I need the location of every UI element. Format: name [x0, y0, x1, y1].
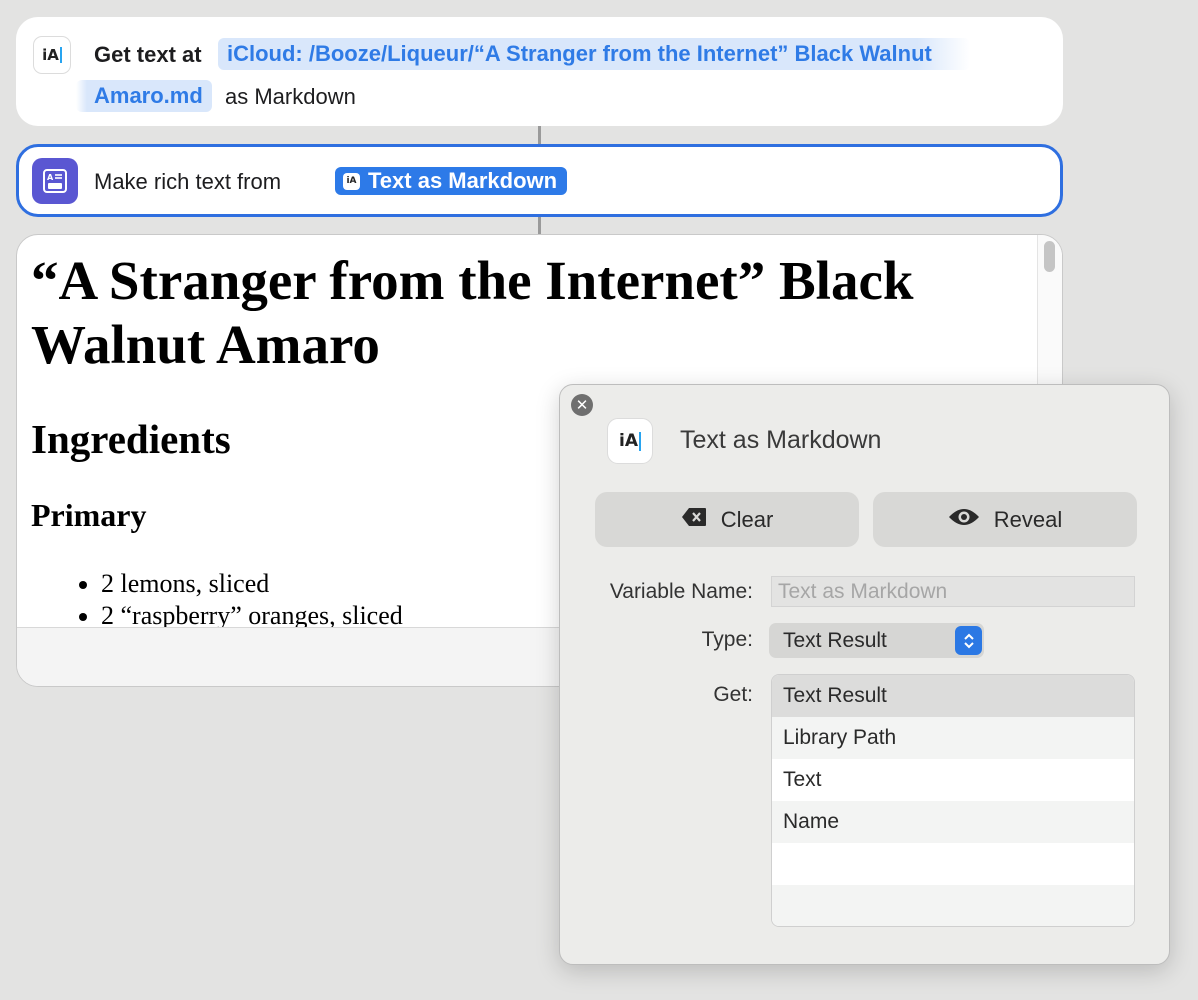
file-path-token[interactable]: iCloud: /Booze/Liqueur/“A Stranger from … [218, 38, 970, 70]
get-label: Get: [713, 683, 753, 706]
clear-button[interactable]: Clear [595, 492, 859, 547]
get-option-empty [772, 843, 1134, 885]
type-label: Type: [701, 628, 753, 651]
clear-label: Clear [720, 506, 774, 532]
eye-icon [948, 507, 980, 533]
get-option-name[interactable]: Name [772, 801, 1134, 843]
flow-connector-bottom [538, 217, 541, 234]
close-icon[interactable]: ✕ [571, 394, 593, 416]
get-option-library-path[interactable]: Library Path [772, 717, 1134, 759]
variable-label: Text as Markdown [368, 168, 558, 193]
ingredients-heading: Ingredients [31, 416, 231, 462]
make-rich-text-action-card[interactable]: A Make rich text from iA Text as Markdow… [16, 144, 1063, 217]
scroll-thumb[interactable] [1044, 241, 1055, 272]
type-value: Text Result [783, 629, 887, 652]
reveal-label: Reveal [993, 506, 1063, 532]
get-option-text[interactable]: Text [772, 759, 1134, 801]
ingredient-list: 2 lemons, sliced 2 “raspberry” oranges, … [31, 568, 403, 632]
svg-text:A: A [47, 173, 54, 182]
popover-title: Text as Markdown [680, 426, 882, 454]
ia-writer-icon: iA [343, 172, 360, 190]
reveal-button[interactable]: Reveal [873, 492, 1137, 547]
file-path-token-continued[interactable]: Amaro.md [76, 80, 212, 112]
get-options-list: Text Result Library Path Text Name [771, 674, 1135, 927]
variable-name-field[interactable]: Text as Markdown [771, 576, 1135, 607]
type-select[interactable]: Text Result [769, 623, 984, 658]
document-title: “A Stranger from the Internet” Black Wal… [31, 250, 914, 375]
variable-name-label: Variable Name: [609, 580, 753, 603]
flow-connector-top [538, 126, 541, 144]
get-text-label: Get text at [94, 42, 202, 67]
primary-heading: Primary [31, 497, 147, 533]
get-option-empty [772, 885, 1134, 926]
get-text-action-card[interactable]: iA Get text at iCloud: /Booze/Liqueur/“A… [16, 17, 1063, 126]
ia-writer-icon: iA [607, 418, 653, 464]
list-item: 2 lemons, sliced [101, 568, 403, 600]
get-option-text-result[interactable]: Text Result [772, 675, 1134, 717]
chevron-up-down-icon [955, 626, 982, 655]
ia-writer-icon: iA [33, 36, 71, 74]
delete-icon [681, 507, 707, 533]
as-markdown-label: as Markdown [225, 84, 356, 109]
make-rich-text-label: Make rich text from [94, 169, 282, 194]
rich-text-icon: A [32, 158, 78, 204]
text-as-markdown-variable[interactable]: iA Text as Markdown [335, 167, 568, 195]
variable-popover: ✕ iA Text as Markdown Clear Reveal Varia… [559, 384, 1170, 965]
